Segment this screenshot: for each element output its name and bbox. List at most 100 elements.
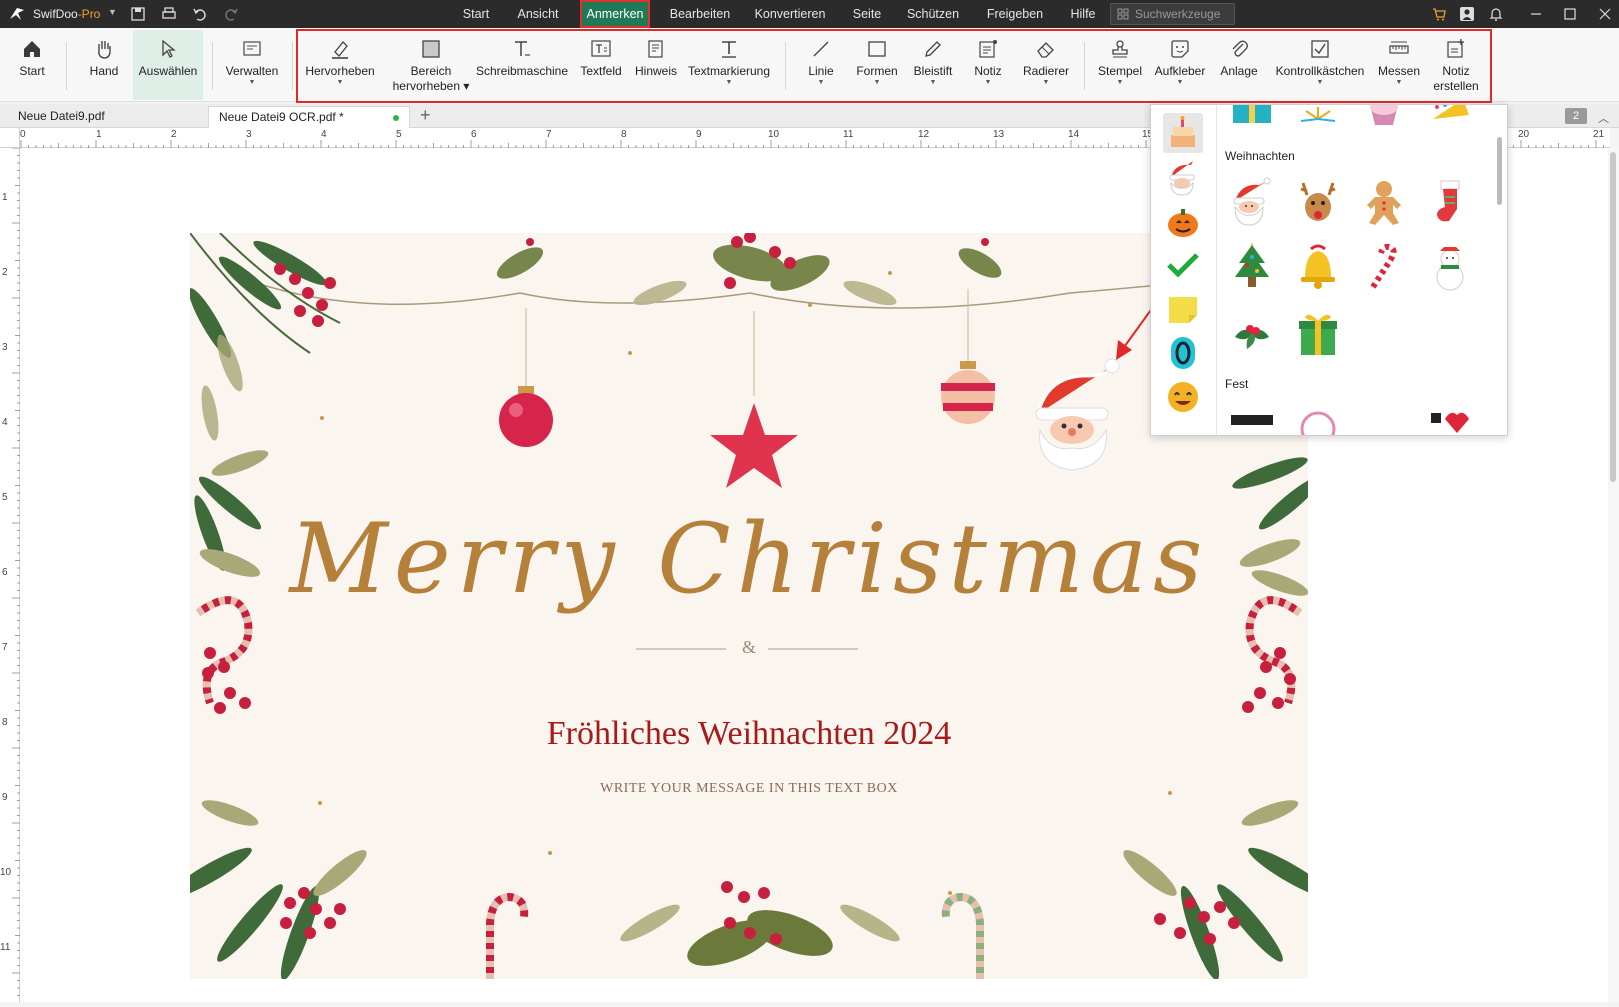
stamp-icon xyxy=(1112,40,1128,58)
ruler-label: 7 xyxy=(546,129,552,140)
gift-box-sticker[interactable] xyxy=(1291,307,1345,361)
typewriter-button[interactable]: Schreibmaschine xyxy=(474,30,570,100)
close-icon[interactable] xyxy=(1597,6,1613,22)
unsaved-indicator-icon xyxy=(393,115,399,121)
menu-anmerken[interactable]: Anmerken xyxy=(580,0,650,28)
candy-cane-sticker[interactable] xyxy=(1357,241,1411,295)
line-button[interactable]: Linie ▼ xyxy=(796,30,846,100)
gift-partial-sticker[interactable] xyxy=(1225,104,1279,133)
pink-wreath-partial-sticker[interactable] xyxy=(1291,405,1345,436)
minimize-icon[interactable] xyxy=(1528,6,1544,22)
santa-sticker[interactable] xyxy=(1225,175,1279,229)
collapse-ribbon-chevron-icon[interactable]: ︿ xyxy=(1598,110,1609,126)
dropdown-arrow-icon: ▼ xyxy=(1395,79,1403,86)
menu-konvertieren[interactable]: Konvertieren xyxy=(750,0,830,28)
separator xyxy=(785,42,786,90)
measure-label: Messen xyxy=(1377,64,1421,78)
highlight-button[interactable]: Hervorheben ▼ xyxy=(302,30,378,100)
page-number-badge: 2 xyxy=(1565,108,1587,124)
undo-icon[interactable] xyxy=(192,6,208,22)
section-heading-weihnachten: Weihnachten xyxy=(1225,149,1295,163)
add-tab-plus-icon[interactable]: + xyxy=(420,104,431,126)
create-note-button[interactable]: Notiz erstellen xyxy=(1428,30,1484,100)
menu-bearbeiten[interactable]: Bearbeiten xyxy=(664,0,736,28)
smiley-category-icon[interactable] xyxy=(1163,377,1203,417)
gingerbread-man-sticker[interactable] xyxy=(1357,175,1411,229)
print-icon[interactable] xyxy=(161,6,177,22)
text-markup-button[interactable]: Textmarkierung ▼ xyxy=(686,30,772,100)
sticker-button[interactable]: Aufkleber ▼ xyxy=(1152,30,1208,100)
ruler-label: 13 xyxy=(993,129,1005,140)
eraser-icon xyxy=(1037,42,1054,58)
christmas-stocking-sticker[interactable] xyxy=(1423,175,1477,229)
sticky-note-category-icon[interactable] xyxy=(1163,289,1203,329)
user-icon[interactable] xyxy=(1459,6,1475,22)
ruler-label: 8 xyxy=(621,129,627,140)
ruler-label: 8 xyxy=(2,717,8,728)
dropdown-arrow-icon: ▼ xyxy=(1176,79,1184,86)
tab-neue-datei9-ocr[interactable]: Neue Datei9 OCR.pdf * xyxy=(208,106,410,128)
menu-freigeben[interactable]: Freigeben xyxy=(982,0,1048,28)
save-icon[interactable] xyxy=(130,6,146,22)
select-tool-button[interactable]: Auswählen xyxy=(133,30,203,100)
note-button[interactable]: Notiz ▼ xyxy=(964,30,1012,100)
pencil-button[interactable]: Bleistift ▼ xyxy=(908,30,958,100)
menu-seite[interactable]: Seite xyxy=(846,0,888,28)
christmas-tree-sticker[interactable] xyxy=(1225,241,1279,295)
ruler-label: 10 xyxy=(0,867,12,878)
sticker-icon xyxy=(1171,40,1189,58)
snowman-sticker[interactable] xyxy=(1423,241,1477,295)
menu-ansicht[interactable]: Ansicht xyxy=(510,0,566,28)
happy-text-partial-sticker[interactable] xyxy=(1225,405,1279,436)
menu-start[interactable]: Start xyxy=(455,0,497,28)
menu-hilfe[interactable]: Hilfe xyxy=(1064,0,1102,28)
placed-santa-sticker[interactable] xyxy=(1030,356,1120,474)
panel-scrollbar-thumb[interactable] xyxy=(1497,137,1502,205)
attachment-button[interactable]: Anlage xyxy=(1212,30,1266,100)
area-highlight-button[interactable]: Bereich hervorheben ▾ xyxy=(388,30,474,100)
birthday-cake-category-icon[interactable] xyxy=(1163,113,1203,153)
ruler-label: 10 xyxy=(768,129,780,140)
message-textbox[interactable]: WRITE YOUR MESSAGE IN THIS TEXT BOX xyxy=(190,781,1308,797)
number-zero-category-icon[interactable] xyxy=(1163,333,1203,373)
checkbox-button[interactable]: Kontrollkästchen ▼ xyxy=(1272,30,1368,100)
search-tools-input[interactable]: Suchwerkzeuge xyxy=(1110,3,1235,25)
notification-bell-icon[interactable] xyxy=(1488,6,1504,22)
holly-sticker[interactable] xyxy=(1225,307,1279,361)
ruler-measure-icon xyxy=(1389,41,1409,54)
dropdown-arrow-icon: ▼ xyxy=(817,79,825,86)
highlighter-icon xyxy=(332,41,348,59)
reindeer-sticker[interactable] xyxy=(1291,175,1345,229)
stamp-button[interactable]: Stempel ▼ xyxy=(1092,30,1148,100)
checkmark-category-icon[interactable] xyxy=(1163,245,1203,285)
text-markup-label: Textmarkierung xyxy=(687,64,771,78)
pumpkin-category-icon[interactable] xyxy=(1163,201,1203,241)
party-horn-partial-sticker[interactable] xyxy=(1423,104,1477,133)
ruler-label: 6 xyxy=(471,129,477,140)
measure-button[interactable]: Messen ▼ xyxy=(1374,30,1424,100)
greeting-text[interactable]: Fröhliches Weihnachten 2024 xyxy=(190,715,1308,753)
menu-schuetzen[interactable]: Schützen xyxy=(902,0,964,28)
eraser-button[interactable]: Radierer ▼ xyxy=(1016,30,1076,100)
maximize-icon[interactable] xyxy=(1562,6,1578,22)
create-note-icon xyxy=(1447,39,1464,58)
app-menu-dropdown-icon[interactable]: ▼ xyxy=(108,7,117,17)
hand-tool-button[interactable]: Hand xyxy=(80,30,128,100)
hint-button[interactable]: Hinweis xyxy=(632,30,680,100)
fireworks-partial-sticker[interactable] xyxy=(1291,104,1345,133)
start-button[interactable]: Start xyxy=(8,30,56,100)
cart-icon[interactable] xyxy=(1431,6,1447,22)
bell-sticker[interactable] xyxy=(1291,241,1345,295)
cupcake-partial-sticker[interactable] xyxy=(1357,104,1411,133)
typewriter-icon xyxy=(515,41,530,56)
vertical-scrollbar[interactable] xyxy=(1608,148,1619,1002)
heart-partial-sticker[interactable] xyxy=(1423,405,1477,436)
redo-icon[interactable] xyxy=(223,6,239,22)
manage-button[interactable]: Verwalten ▼ xyxy=(220,30,284,100)
textbox-button[interactable]: Textfeld xyxy=(576,30,626,100)
tab-neue-datei9[interactable]: Neue Datei9.pdf xyxy=(8,106,204,128)
shapes-button[interactable]: Formen ▼ xyxy=(852,30,902,100)
santa-category-icon[interactable] xyxy=(1163,157,1203,197)
scrollbar-thumb[interactable] xyxy=(1610,152,1616,482)
search-placeholder: Suchwerkzeuge xyxy=(1135,7,1221,21)
